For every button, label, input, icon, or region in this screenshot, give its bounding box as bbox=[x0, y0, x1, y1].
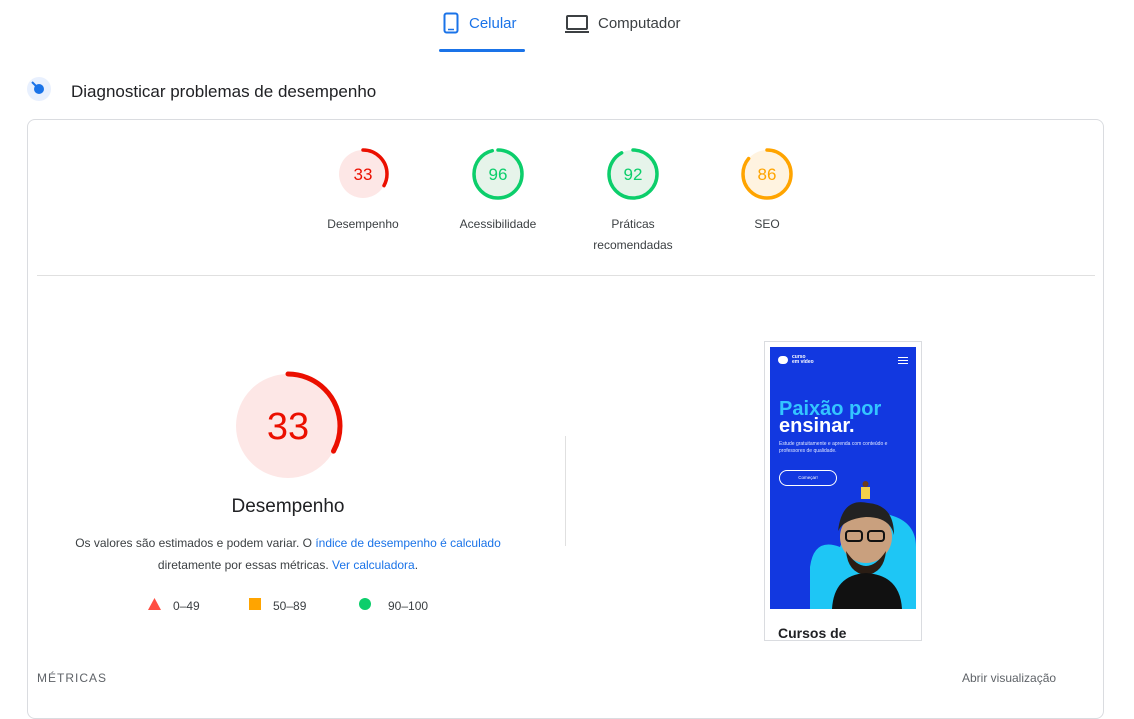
performance-score-link[interactable]: índice de desempenho é calculado bbox=[315, 536, 500, 550]
calculator-link[interactable]: Ver calculadora bbox=[332, 558, 415, 572]
score-gauge-best-practices[interactable]: 92 Práticas recomendadas bbox=[578, 146, 688, 256]
main-gauge-ring: 33 bbox=[233, 371, 343, 481]
smartphone-icon bbox=[443, 12, 459, 39]
score-label: Desempenho bbox=[327, 217, 399, 231]
main-score-gauge: 33 bbox=[232, 370, 344, 487]
tab-desktop[interactable]: Computador bbox=[564, 12, 681, 52]
legend-range: 90–100 bbox=[388, 598, 429, 613]
device-tabs: Celular Computador bbox=[0, 0, 1134, 54]
below-title: Cursos de bbox=[778, 625, 847, 641]
gauge-ring: 96 bbox=[472, 148, 524, 200]
diagnose-header: Diagnosticar problemas de desempenho bbox=[26, 76, 376, 107]
laptop-icon bbox=[564, 12, 590, 39]
legend-range: 0–49 bbox=[173, 598, 200, 613]
vertical-divider bbox=[565, 436, 566, 546]
desc-text: diretamente por essas métricas. bbox=[157, 558, 332, 572]
red-triangle-icon bbox=[148, 598, 161, 613]
score-value: 92 bbox=[624, 165, 643, 184]
diagnose-title: Diagnosticar problemas de desempenho bbox=[71, 81, 377, 101]
site-preview: curso em vídeo Paixão por ensinar. Estud… bbox=[770, 347, 916, 609]
card-divider bbox=[37, 275, 1095, 276]
expand-view-toggle[interactable]: Abrir visualização bbox=[962, 671, 1056, 685]
main-score-title: Desempenho bbox=[231, 496, 345, 517]
metrics-heading: MÉTRICAS bbox=[37, 671, 108, 685]
legend-average: 50–89 bbox=[249, 598, 306, 613]
score-label: Acessibilidade bbox=[459, 217, 537, 231]
score-value: 86 bbox=[758, 165, 777, 184]
score-value: 96 bbox=[489, 165, 508, 184]
score-label: SEO bbox=[754, 217, 780, 231]
score-gauge-seo[interactable]: 86 SEO bbox=[712, 146, 822, 235]
main-score-value: 33 bbox=[267, 406, 309, 448]
gauge-ring: 33 bbox=[337, 148, 389, 200]
tab-mobile[interactable]: Celular bbox=[443, 12, 517, 52]
score-gauge-accessibility[interactable]: 96 Acessibilidade bbox=[443, 146, 553, 235]
orange-square-icon bbox=[249, 598, 261, 613]
gauge-icon bbox=[26, 76, 52, 107]
score-label: Práticas recomendadas bbox=[593, 217, 673, 252]
tab-selected-indicator bbox=[439, 49, 525, 52]
hero-illustration bbox=[810, 481, 916, 609]
score-value: 33 bbox=[354, 165, 373, 184]
desc-text: . bbox=[414, 558, 419, 572]
tab-desktop-label: Computador bbox=[598, 15, 681, 32]
desc-text: Os valores são estimados e podem variar.… bbox=[75, 536, 316, 550]
green-circle-icon bbox=[359, 598, 371, 613]
legend-pass: 90–100 bbox=[359, 598, 428, 613]
report-card bbox=[27, 119, 1104, 719]
score-description: Os valores são estimados e podem variar.… bbox=[62, 532, 514, 576]
tab-mobile-label: Celular bbox=[469, 15, 517, 32]
final-screenshot[interactable]: curso em vídeo Paixão por ensinar. Estud… bbox=[764, 341, 922, 641]
gauge-ring: 86 bbox=[741, 148, 793, 200]
score-gauge-performance[interactable]: 33 Desempenho bbox=[308, 146, 418, 235]
gauge-ring: 92 bbox=[607, 148, 659, 200]
legend-fail: 0–49 bbox=[148, 598, 200, 613]
legend-range: 50–89 bbox=[273, 598, 307, 613]
